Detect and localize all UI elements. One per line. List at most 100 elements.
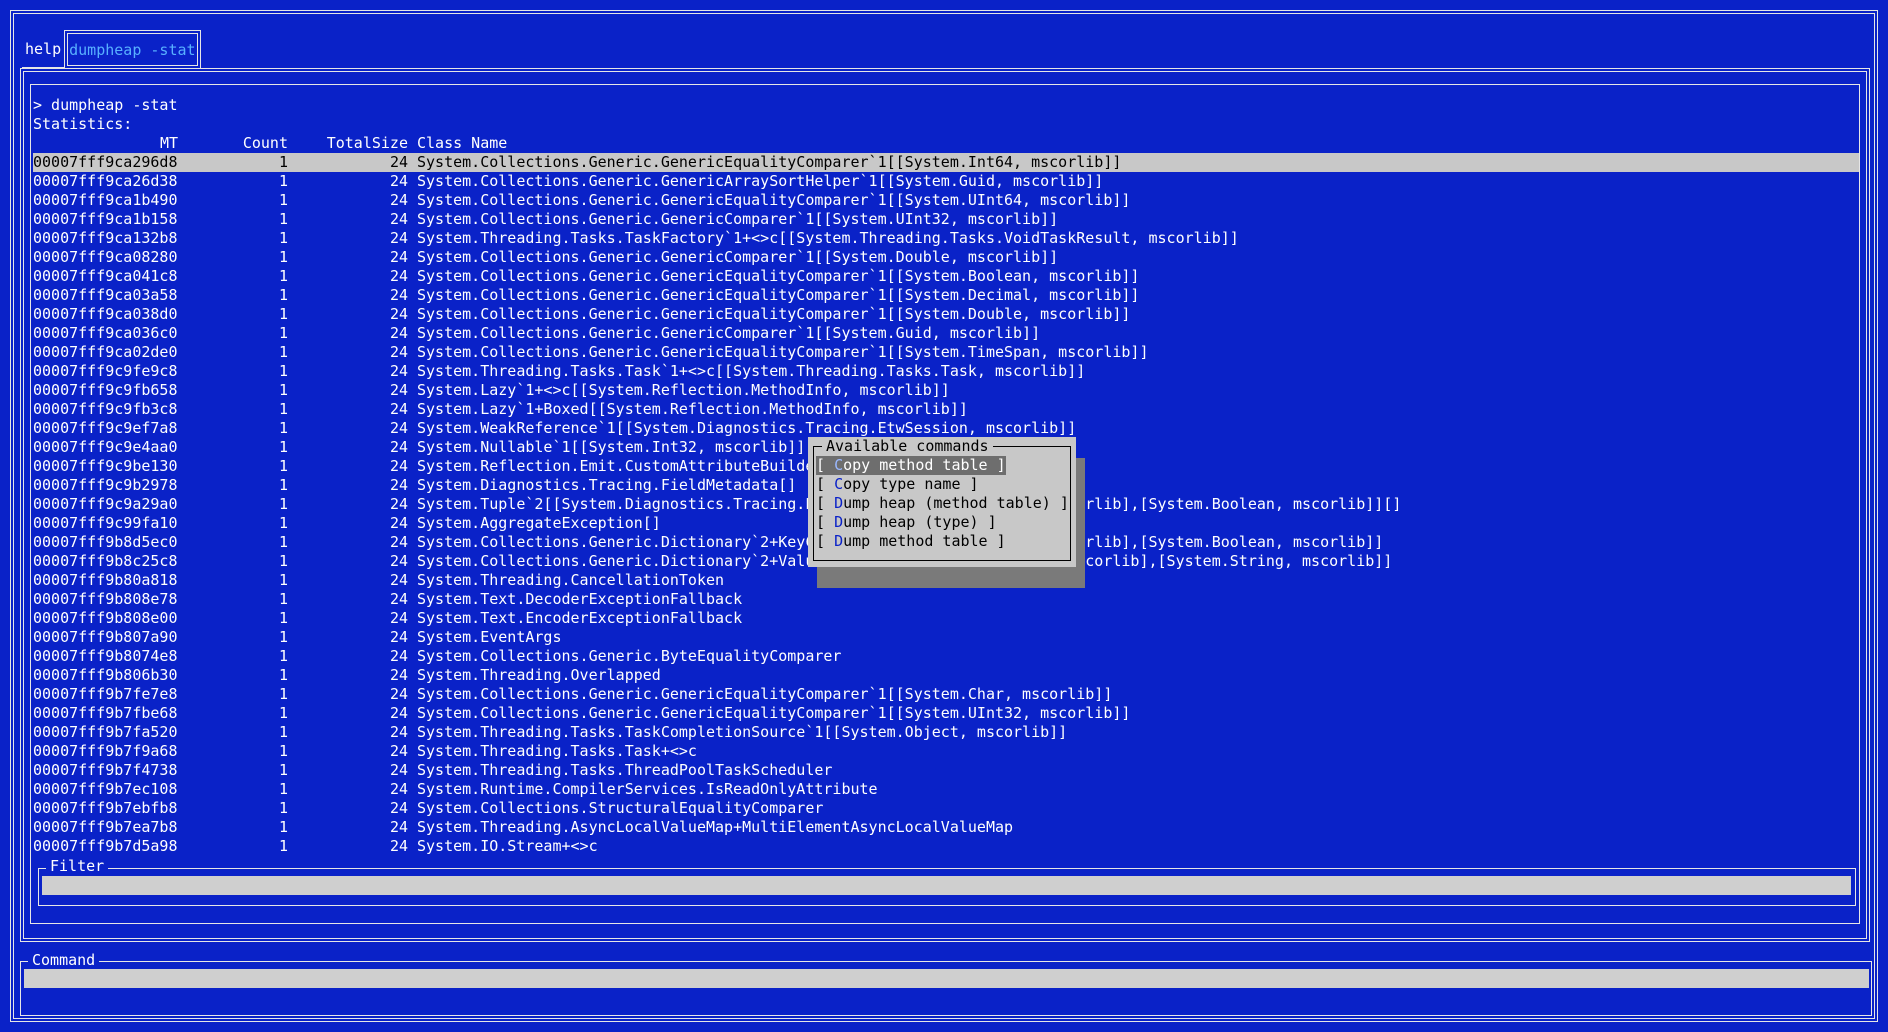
- menu-item-bracket-close: ]: [1050, 494, 1069, 512]
- table-row[interactable]: 00007fff9b7f4738 1 24 System.Threading.Task…: [33, 761, 1859, 780]
- table-row[interactable]: 00007fff9c9fe9c8 1 24 System.Threading.Task…: [33, 362, 1859, 381]
- table-row[interactable]: 00007fff9b808e78 1 24 System.Text.DecoderEx…: [33, 590, 1859, 609]
- tab-help[interactable]: help: [22, 30, 65, 68]
- menu-item[interactable]: [ Dump heap (type) ]: [816, 513, 997, 532]
- menu-item-hotkey: D: [834, 494, 844, 512]
- tab-dumpheap-stat[interactable]: dumpheap -stat: [64, 30, 201, 68]
- cell-class-name: System.Collections.Generic.GenericEquali…: [417, 191, 1131, 209]
- filter-input[interactable]: [42, 876, 1851, 895]
- popup-title: Available commands: [822, 437, 993, 456]
- table-row[interactable]: 00007fff9b7f9a68 1 24 System.Threading.Task…: [33, 742, 1859, 761]
- cell-count: 1: [278, 533, 288, 551]
- cell-count: 1: [278, 495, 288, 513]
- table-row[interactable]: 00007fff9b7fa520 1 24 System.Threading.Task…: [33, 723, 1859, 742]
- cell-total-size: 24: [389, 476, 408, 494]
- cell-count: 1: [278, 267, 288, 285]
- table-row[interactable]: 00007fff9ca08280 1 24 System.Collections.Ge…: [33, 248, 1859, 267]
- cell-count: 1: [278, 457, 288, 475]
- menu-item-label: opy method table: [843, 456, 988, 474]
- cell-total-size: 24: [389, 248, 408, 266]
- cell-class-name: System.Reflection.Emit.CustomAttributeBu…: [417, 457, 842, 475]
- cell-mt: 00007fff9b80a818: [33, 571, 178, 589]
- cell-count: 1: [278, 818, 288, 836]
- tab-bar: help dumpheap -stat: [22, 28, 201, 68]
- cell-mt: 00007fff9c9fb658: [33, 381, 178, 399]
- cell-mt: 00007fff9b7fbe68: [33, 704, 178, 722]
- cell-total-size: 24: [389, 495, 408, 513]
- cell-mt: 00007fff9b806b30: [33, 666, 178, 684]
- cell-mt: 00007fff9ca132b8: [33, 229, 178, 247]
- cell-mt: 00007fff9b808e78: [33, 590, 178, 608]
- menu-item[interactable]: [ Copy type name ]: [816, 475, 979, 494]
- menu-item[interactable]: [ Dump method table ]: [816, 532, 1006, 551]
- cell-count: 1: [278, 324, 288, 342]
- cell-class-name: System.Collections.Generic.GenericEquali…: [417, 286, 1140, 304]
- table-row[interactable]: 00007fff9b806b30 1 24 System.Threading.Over…: [33, 666, 1859, 685]
- table-row[interactable]: 00007fff9ca03a58 1 24 System.Collections.Ge…: [33, 286, 1859, 305]
- cell-total-size: 24: [389, 818, 408, 836]
- table-row[interactable]: 00007fff9b808e00 1 24 System.Text.EncoderEx…: [33, 609, 1859, 628]
- cell-class-name: System.Collections.Generic.GenericEquali…: [417, 153, 1122, 171]
- table-row[interactable]: 00007fff9ca041c8 1 24 System.Collections.Ge…: [33, 267, 1859, 286]
- cell-total-size: 24: [389, 191, 408, 209]
- table-row[interactable]: 00007fff9b7d5a98 1 24 System.IO.Stream+<>c: [33, 837, 1859, 856]
- cell-total-size: 24: [389, 305, 408, 323]
- menu-item[interactable]: [ Copy method table ]: [816, 456, 1006, 475]
- table-row[interactable]: 00007fff9ca132b8 1 24 System.Threading.Task…: [33, 229, 1859, 248]
- table-row[interactable]: 00007fff9b807a90 1 24 System.EventArgs: [33, 628, 1859, 647]
- cell-mt: 00007fff9c99fa10: [33, 514, 178, 532]
- cell-mt: 00007fff9b7fe7e8: [33, 685, 178, 703]
- cell-mt: 00007fff9ca26d38: [33, 172, 178, 190]
- cell-total-size: 24: [389, 172, 408, 190]
- table-row[interactable]: 00007fff9ca02de0 1 24 System.Collections.Ge…: [33, 343, 1859, 362]
- cell-class-name: System.Threading.Tasks.ThreadPoolTaskSch…: [417, 761, 833, 779]
- table-row[interactable]: 00007fff9ca1b490 1 24 System.Collections.Ge…: [33, 191, 1859, 210]
- cell-mt: 00007fff9b8074e8: [33, 647, 178, 665]
- cell-total-size: 24: [389, 723, 408, 741]
- table-row[interactable]: 00007fff9ca1b158 1 24 System.Collections.Ge…: [33, 210, 1859, 229]
- cell-mt: 00007fff9ca296d8: [33, 153, 178, 171]
- cell-count: 1: [278, 343, 288, 361]
- cell-count: 1: [278, 590, 288, 608]
- table-row[interactable]: 00007fff9c9ef7a8 1 24 System.WeakReference`…: [33, 419, 1859, 438]
- cell-total-size: 24: [389, 457, 408, 475]
- cell-mt: 00007fff9c9fe9c8: [33, 362, 178, 380]
- cell-total-size: 24: [389, 210, 408, 228]
- cell-count: 1: [278, 248, 288, 266]
- table-row[interactable]: 00007fff9c9fb3c8 1 24 System.Lazy`1+Boxed[[…: [33, 400, 1859, 419]
- table-row[interactable]: 00007fff9b8074e8 1 24 System.Collections.Ge…: [33, 647, 1859, 666]
- cell-mt: 00007fff9ca036c0: [33, 324, 178, 342]
- table-row[interactable]: 00007fff9b7fbe68 1 24 System.Collections.Ge…: [33, 704, 1859, 723]
- table-row[interactable]: 00007fff9b7ebfb8 1 24 System.Collections.St…: [33, 799, 1859, 818]
- table-row[interactable]: 00007fff9b7fe7e8 1 24 System.Collections.Ge…: [33, 685, 1859, 704]
- cell-mt: 00007fff9b8c25c8: [33, 552, 178, 570]
- table-row[interactable]: 00007fff9c9fb658 1 24 System.Lazy`1+<>c[[Sy…: [33, 381, 1859, 400]
- cell-class-name: System.Text.DecoderExceptionFallback: [417, 590, 743, 608]
- table-row[interactable]: 00007fff9b7ea7b8 1 24 System.Threading.Asyn…: [33, 818, 1859, 837]
- menu-item-bracket-open: [: [816, 456, 835, 474]
- cell-mt: 00007fff9b7d5a98: [33, 837, 178, 855]
- menu-item[interactable]: [ Dump heap (method table) ]: [816, 494, 1069, 513]
- menu-item-bracket-close: ]: [978, 513, 997, 531]
- cell-class-name: System.Collections.Generic.GenericEquali…: [417, 704, 1131, 722]
- cell-count: 1: [278, 704, 288, 722]
- menu-item-hotkey: C: [834, 475, 844, 493]
- menu-item-bracket-open: [: [816, 494, 835, 512]
- cell-count: 1: [278, 628, 288, 646]
- table-row[interactable]: 00007fff9b7ec108 1 24 System.Runtime.Compil…: [33, 780, 1859, 799]
- command-input[interactable]: [24, 969, 1869, 988]
- table-row[interactable]: 00007fff9ca038d0 1 24 System.Collections.Ge…: [33, 305, 1859, 324]
- cell-total-size: 24: [389, 267, 408, 285]
- menu-item-label: ump heap (type): [843, 513, 979, 531]
- cell-class-name: System.AggregateException[]: [417, 514, 661, 532]
- cell-count: 1: [278, 609, 288, 627]
- table-row[interactable]: 00007fff9ca036c0 1 24 System.Collections.Ge…: [33, 324, 1859, 343]
- cell-count: 1: [278, 381, 288, 399]
- header-class-name: Class Name: [417, 134, 508, 152]
- cell-class-name: System.Threading.Tasks.TaskCompletionSou…: [417, 723, 1068, 741]
- cell-total-size: 24: [389, 761, 408, 779]
- cell-count: 1: [278, 552, 288, 570]
- table-row[interactable]: 00007fff9ca26d38 1 24 System.Collections.Ge…: [33, 172, 1859, 191]
- table-row[interactable]: 00007fff9ca296d8 1 24 System.Collections.Ge…: [33, 153, 1859, 172]
- cell-total-size: 24: [389, 647, 408, 665]
